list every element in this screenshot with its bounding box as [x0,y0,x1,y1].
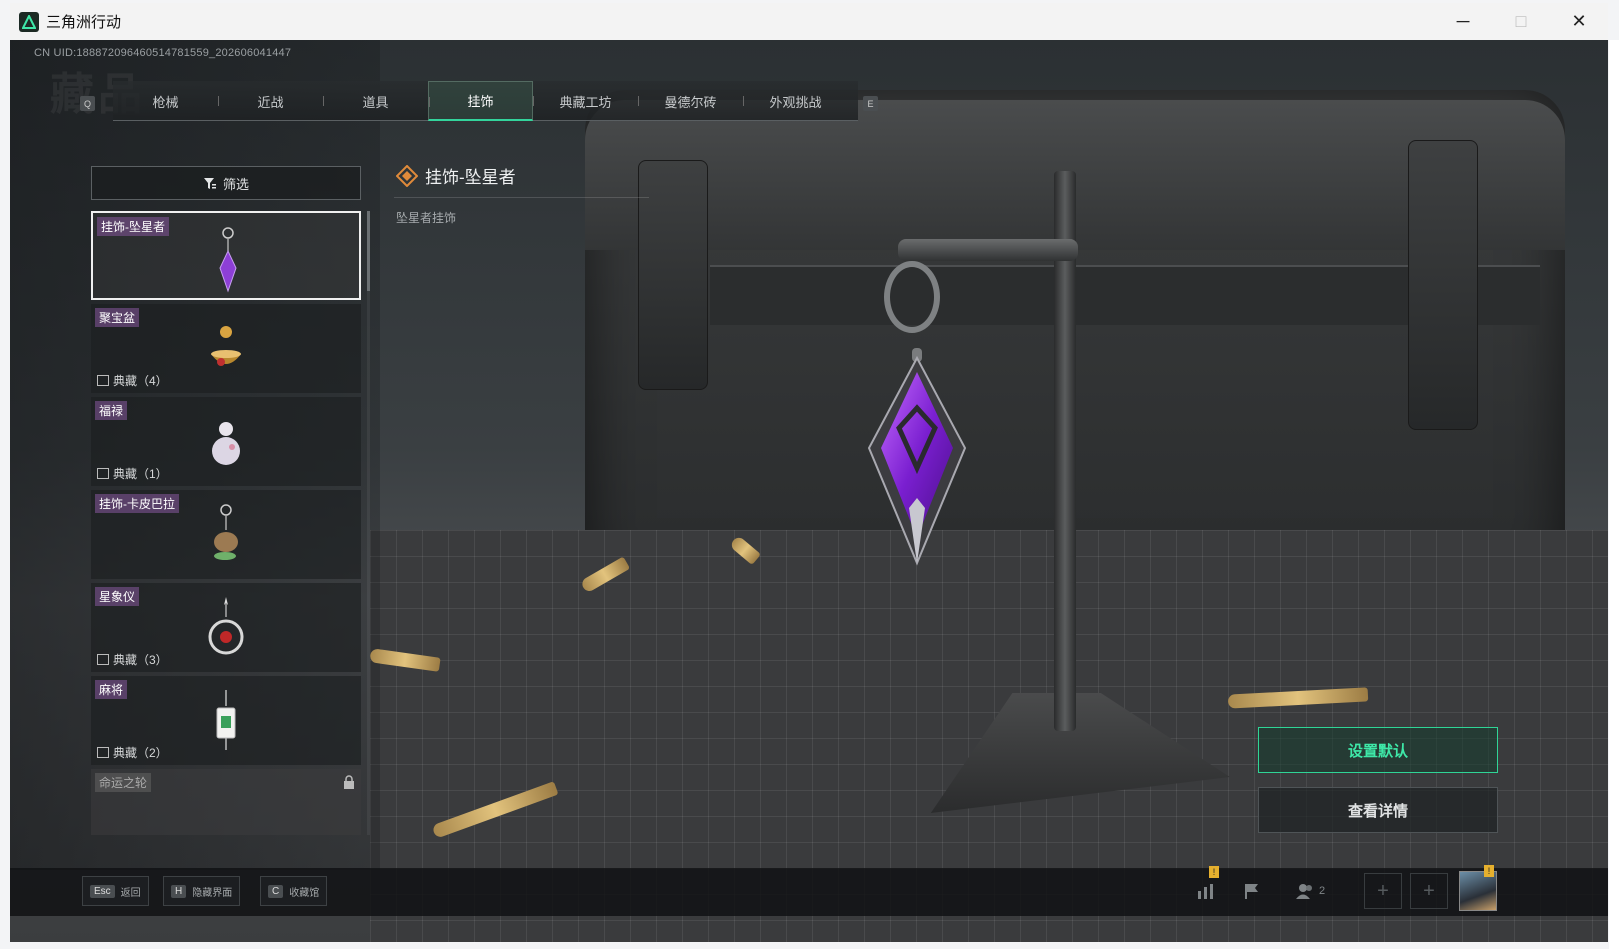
detail-title: 挂饰-坠星者 [425,168,516,187]
view-details-button[interactable]: 查看详情 [1258,787,1498,833]
detail-divider [394,197,649,198]
minimize-button[interactable]: ─ [1434,3,1492,40]
list-item[interactable]: 星象仪 典藏（3） [91,583,361,672]
app-logo-icon [19,11,39,32]
hint-label: 收藏馆 [289,887,320,899]
background-window-edge [1609,40,1619,949]
hint-label: 隐藏界面 [192,887,233,899]
flag-button[interactable] [1232,873,1272,909]
item-name: 命运之轮 [95,773,152,792]
list-scrollbar[interactable] [367,211,370,835]
item-name: 挂饰-卡皮巴拉 [95,494,179,513]
tab-items[interactable]: 道具 [323,81,428,121]
item-name: 麻将 [95,680,128,699]
filter-button[interactable]: 筛选 [91,166,361,200]
hint-collection-hall[interactable]: C 收藏馆 [260,876,328,906]
notification-badge: ! [1209,866,1219,878]
list-item[interactable]: 挂饰-坠星者 [91,211,361,300]
key-ring [884,261,940,333]
filter-label: 筛选 [222,176,249,192]
collection-icon [97,375,109,386]
collection-icon [97,747,109,758]
close-button[interactable]: ✕ [1550,3,1608,40]
maximize-button[interactable]: □ [1492,3,1550,40]
charm-category-icon [396,164,418,187]
friends-count: 2 [1318,885,1326,897]
item-name: 聚宝盆 [95,308,140,327]
starfall-charm-thumbnail [219,227,237,293]
starfall-charm-model [867,348,967,566]
game-window: 三角洲行动 ─ □ ✕ 藏品 CN UID:188872096460514781… [10,3,1608,942]
list-item[interactable]: 挂饰-卡皮巴拉 [91,490,361,579]
astrolabe-thumbnail [208,597,244,655]
hint-back[interactable]: Esc 返回 [82,876,149,906]
friends-button[interactable]: 2 [1282,873,1338,909]
flag-icon [1245,884,1258,899]
tab-prev-key[interactable]: Q [80,96,95,111]
tab-collection-workshop[interactable]: 典藏工坊 [533,81,638,121]
hint-label: 返回 [120,887,141,899]
collection-count: 典藏（4） [97,372,168,389]
collection-icon [97,654,109,665]
list-item[interactable]: 福禄 典藏（1） [91,397,361,486]
item-name: 挂饰-坠星者 [97,217,169,236]
collection-icon [97,468,109,479]
mahjong-tile-thumbnail [216,690,236,750]
bar-chart-icon [1198,884,1213,899]
list-item[interactable]: 麻将 典藏（2） [91,676,361,765]
detail-description: 坠星者挂饰 [396,211,457,225]
list-item[interactable]: 命运之轮 [91,769,361,835]
notification-badge: ! [1484,865,1494,877]
stats-button[interactable] [1186,873,1226,909]
hint-key: H [171,884,187,898]
hint-key: Esc [90,884,115,898]
list-item[interactable]: 聚宝盆 典藏（4） [91,304,361,393]
lock-icon [344,775,354,789]
crate-latch-left [638,160,708,390]
set-default-button[interactable]: 设置默认 [1258,727,1498,773]
count-text: 典藏（2） [113,746,168,760]
window-title: 三角洲行动 [46,14,122,31]
count-text: 典藏（4） [113,374,168,388]
collection-count: 典藏（1） [97,465,168,482]
hint-hide-ui[interactable]: H 隐藏界面 [163,876,241,906]
charm-list: 挂饰-坠星者 聚宝盆 典藏（4） 福禄 典藏（1） 挂饰-卡皮巴拉 星象仪 典藏… [91,211,361,835]
collection-count: 典藏（2） [97,744,168,761]
tab-guns[interactable]: 枪械 [113,81,218,121]
tab-mandel-brick[interactable]: 曼德尔砖 [638,81,743,121]
category-tabs: 枪械 近战 道具 挂饰 典藏工坊 曼德尔砖 外观挑战 [113,81,858,121]
item-name: 星象仪 [95,587,140,606]
tab-next-key[interactable]: E [863,96,878,111]
count-text: 典藏（3） [113,653,168,667]
filter-icon [203,177,216,189]
capybara-charm-thumbnail [214,504,238,560]
item-name: 福禄 [95,401,128,420]
tab-melee[interactable]: 近战 [218,81,323,121]
window-controls: ─ □ ✕ [1434,3,1608,40]
team-slot-empty[interactable]: + [1410,873,1448,909]
detail-header: 挂饰-坠星者 [396,163,516,188]
player-avatar[interactable] [1459,871,1497,911]
hint-key: C [268,884,284,898]
count-text: 典藏（1） [113,467,168,481]
friends-icon [1295,884,1312,899]
treasure-bowl-thumbnail [211,326,241,366]
tab-charms[interactable]: 挂饰 [428,81,533,121]
collection-count: 典藏（3） [97,651,168,668]
title-bar: 三角洲行动 ─ □ ✕ [10,3,1608,40]
list-scrollbar-thumb[interactable] [367,211,370,291]
tab-appearance-challenge[interactable]: 外观挑战 [743,81,848,121]
crate-latch-right [1408,140,1478,430]
gourd-thumbnail [212,422,240,465]
team-slot-empty[interactable]: + [1364,873,1402,909]
display-stand-arm [898,239,1078,261]
user-uid: CN UID:18887209646051478155​9_2026060414… [34,47,292,59]
